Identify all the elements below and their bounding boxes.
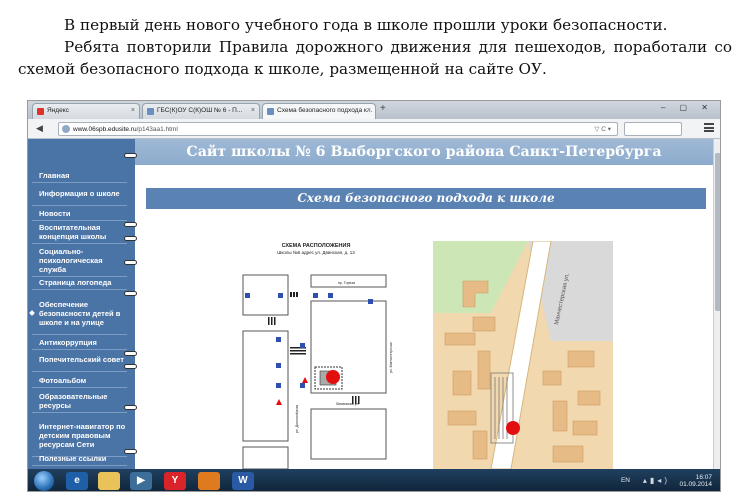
sidebar-divider xyxy=(32,289,127,290)
clock-time: 16:07 xyxy=(695,474,712,481)
back-icon[interactable]: ◀ xyxy=(36,123,43,134)
new-tab-button[interactable]: + xyxy=(380,103,386,114)
safety-scheme-map: СХЕМА РАСПОЛОЖЕНИЯ Школы №6 адрес ул. Дв… xyxy=(242,243,393,469)
school-marker xyxy=(506,421,520,435)
ring-binder-clip-icon xyxy=(124,153,137,158)
scrollbar-thumb[interactable] xyxy=(715,153,720,311)
ring-binder-clip-icon xyxy=(124,364,137,369)
url-bar[interactable]: www.06spb.edusite.ru/p143aa1.html ▽ C ▾ xyxy=(58,122,618,136)
sidebar-divider xyxy=(32,387,127,388)
tab-label: ГБС(К)ОУ С(К)ОШ № 6 - П... xyxy=(157,107,243,114)
close-tab-icon[interactable]: × xyxy=(367,107,371,114)
sidebar-menu-item[interactable]: Образовательные ресурсы xyxy=(32,391,127,410)
language-indicator[interactable]: EN xyxy=(621,477,630,484)
browser-screenshot: Яндекс × ГБС(К)ОУ С(К)ОШ № 6 - П... × Сх… xyxy=(27,100,721,492)
street-label-left: ул. Долгоозёрная xyxy=(295,405,299,433)
tab-label: Яндекс xyxy=(47,107,69,114)
paragraph-1: В первый день нового учебного года в шко… xyxy=(64,16,668,34)
sidebar-menu-item[interactable]: Фотоальбом xyxy=(32,375,127,385)
ring-binder-clip-icon xyxy=(124,260,137,265)
folder-icon[interactable] xyxy=(98,472,120,490)
sidebar-menu-item[interactable]: Главная xyxy=(32,170,127,180)
page-scrollbar[interactable] xyxy=(713,139,720,469)
sidebar-divider xyxy=(32,182,127,183)
tray-icons[interactable]: ▴▮◂) xyxy=(643,476,670,485)
sidebar-menu-item[interactable]: Новости xyxy=(32,208,127,218)
url-path: /p143aa1.html xyxy=(136,126,178,133)
paragraph-2: Ребята повторили Правила дорожного движе… xyxy=(18,38,732,78)
ring-binder-clip-icon xyxy=(124,405,137,410)
site-sidebar-menu: Главная Информация о школе Новости Воспитат… xyxy=(28,139,137,469)
yandex-favicon-icon xyxy=(37,108,44,115)
sidebar-divider xyxy=(32,220,127,221)
street-label-top: пр. Тореза xyxy=(338,281,355,285)
scheme-subtitle: Школы №6 адрес ул. Двинская, д. 13 xyxy=(277,250,355,255)
sidebar-menu-item[interactable]: Антикоррупция xyxy=(32,337,127,347)
hamburger-menu-icon[interactable] xyxy=(704,123,714,132)
close-tab-icon[interactable]: × xyxy=(251,107,255,114)
url-domain: www.06spb.edusite.ru xyxy=(73,126,137,133)
sidebar-menu-item[interactable]: Воспитательная концепция школы xyxy=(32,222,127,241)
ring-binder-clip-icon xyxy=(124,222,137,227)
tab-school-site[interactable]: ГБС(К)ОУ С(К)ОШ № 6 - П... × xyxy=(142,103,260,119)
sidebar-menu-item[interactable]: Полезные ссылки xyxy=(32,453,127,463)
school-marker xyxy=(326,370,340,384)
globe-icon xyxy=(62,125,70,133)
yandex-browser-icon[interactable]: Y xyxy=(164,472,186,490)
window-controls[interactable]: – ▢ ✕ xyxy=(661,103,714,112)
scheme-title: СХЕМА РАСПОЛОЖЕНИЯ xyxy=(282,243,351,249)
ring-binder-clip-icon xyxy=(124,351,137,356)
page-viewport: Сайт школы № 6 Выборгского района Санкт-… xyxy=(28,139,713,469)
reload-icon[interactable]: ▽ C ▾ xyxy=(594,125,611,133)
page-title: Схема безопасного подхода к школе xyxy=(146,188,706,209)
sidebar-divider xyxy=(32,334,127,335)
firefox-icon[interactable] xyxy=(198,472,220,490)
sidebar-divider xyxy=(32,465,127,466)
media-player-icon[interactable]: ▶ xyxy=(130,472,152,490)
close-tab-icon[interactable]: × xyxy=(131,107,135,114)
ie-icon[interactable]: e xyxy=(66,472,88,490)
start-button-icon[interactable] xyxy=(34,471,54,491)
sidebar-divider xyxy=(32,412,127,413)
tab-label: Схема безопасного подхода к... xyxy=(277,107,373,114)
tab-yandex[interactable]: Яндекс × xyxy=(32,103,140,119)
ring-binder-clip-icon xyxy=(124,236,137,241)
sidebar-menu-item[interactable]: Попечительский совет xyxy=(32,350,127,369)
ring-binder-clip-icon xyxy=(124,291,137,296)
search-input[interactable] xyxy=(624,122,682,136)
street-label-bottom: Лиманская ул. xyxy=(336,402,359,406)
tab-safety-scheme[interactable]: Схема безопасного подхода к... × xyxy=(262,103,376,119)
sidebar-divider xyxy=(32,371,127,372)
sidebar-menu-item[interactable]: Страница логопеда xyxy=(32,277,127,287)
sidebar-menu-item[interactable]: Социально-психологическая служба xyxy=(32,246,127,274)
school-favicon-icon xyxy=(147,108,154,115)
clock-date: 01.09.2014 xyxy=(679,481,712,488)
street-map-image: Манчестерская ул. xyxy=(433,241,613,469)
sidebar-menu-item[interactable]: Обеспечение безопасности детей в школе и… xyxy=(32,294,127,332)
sidebar-divider xyxy=(32,243,127,244)
clock[interactable]: 16:07 01.09.2014 xyxy=(679,474,712,488)
address-toolbar: ◀ www.06spb.edusite.ru/p143aa1.html ▽ C … xyxy=(28,119,720,139)
windows-taskbar: e ▶ Y W EN ▴▮◂) 16:07 01.09.2014 xyxy=(28,469,720,491)
ring-binder-clip-icon xyxy=(124,449,137,454)
street-label-right: ул. Манчестерская xyxy=(389,342,393,373)
sidebar-divider xyxy=(32,205,127,206)
document-text: В первый день нового учебного года в шко… xyxy=(18,14,732,80)
school-favicon-icon xyxy=(267,108,274,115)
sidebar-menu-item[interactable]: Интернет-навигатор по детским правовым р… xyxy=(32,417,127,454)
sidebar-menu-item[interactable]: Информация о школе xyxy=(32,184,127,203)
site-header: Сайт школы № 6 Выборгского района Санкт-… xyxy=(135,139,713,165)
tab-bar: Яндекс × ГБС(К)ОУ С(К)ОШ № 6 - П... × Сх… xyxy=(28,101,720,119)
word-icon[interactable]: W xyxy=(232,472,254,490)
